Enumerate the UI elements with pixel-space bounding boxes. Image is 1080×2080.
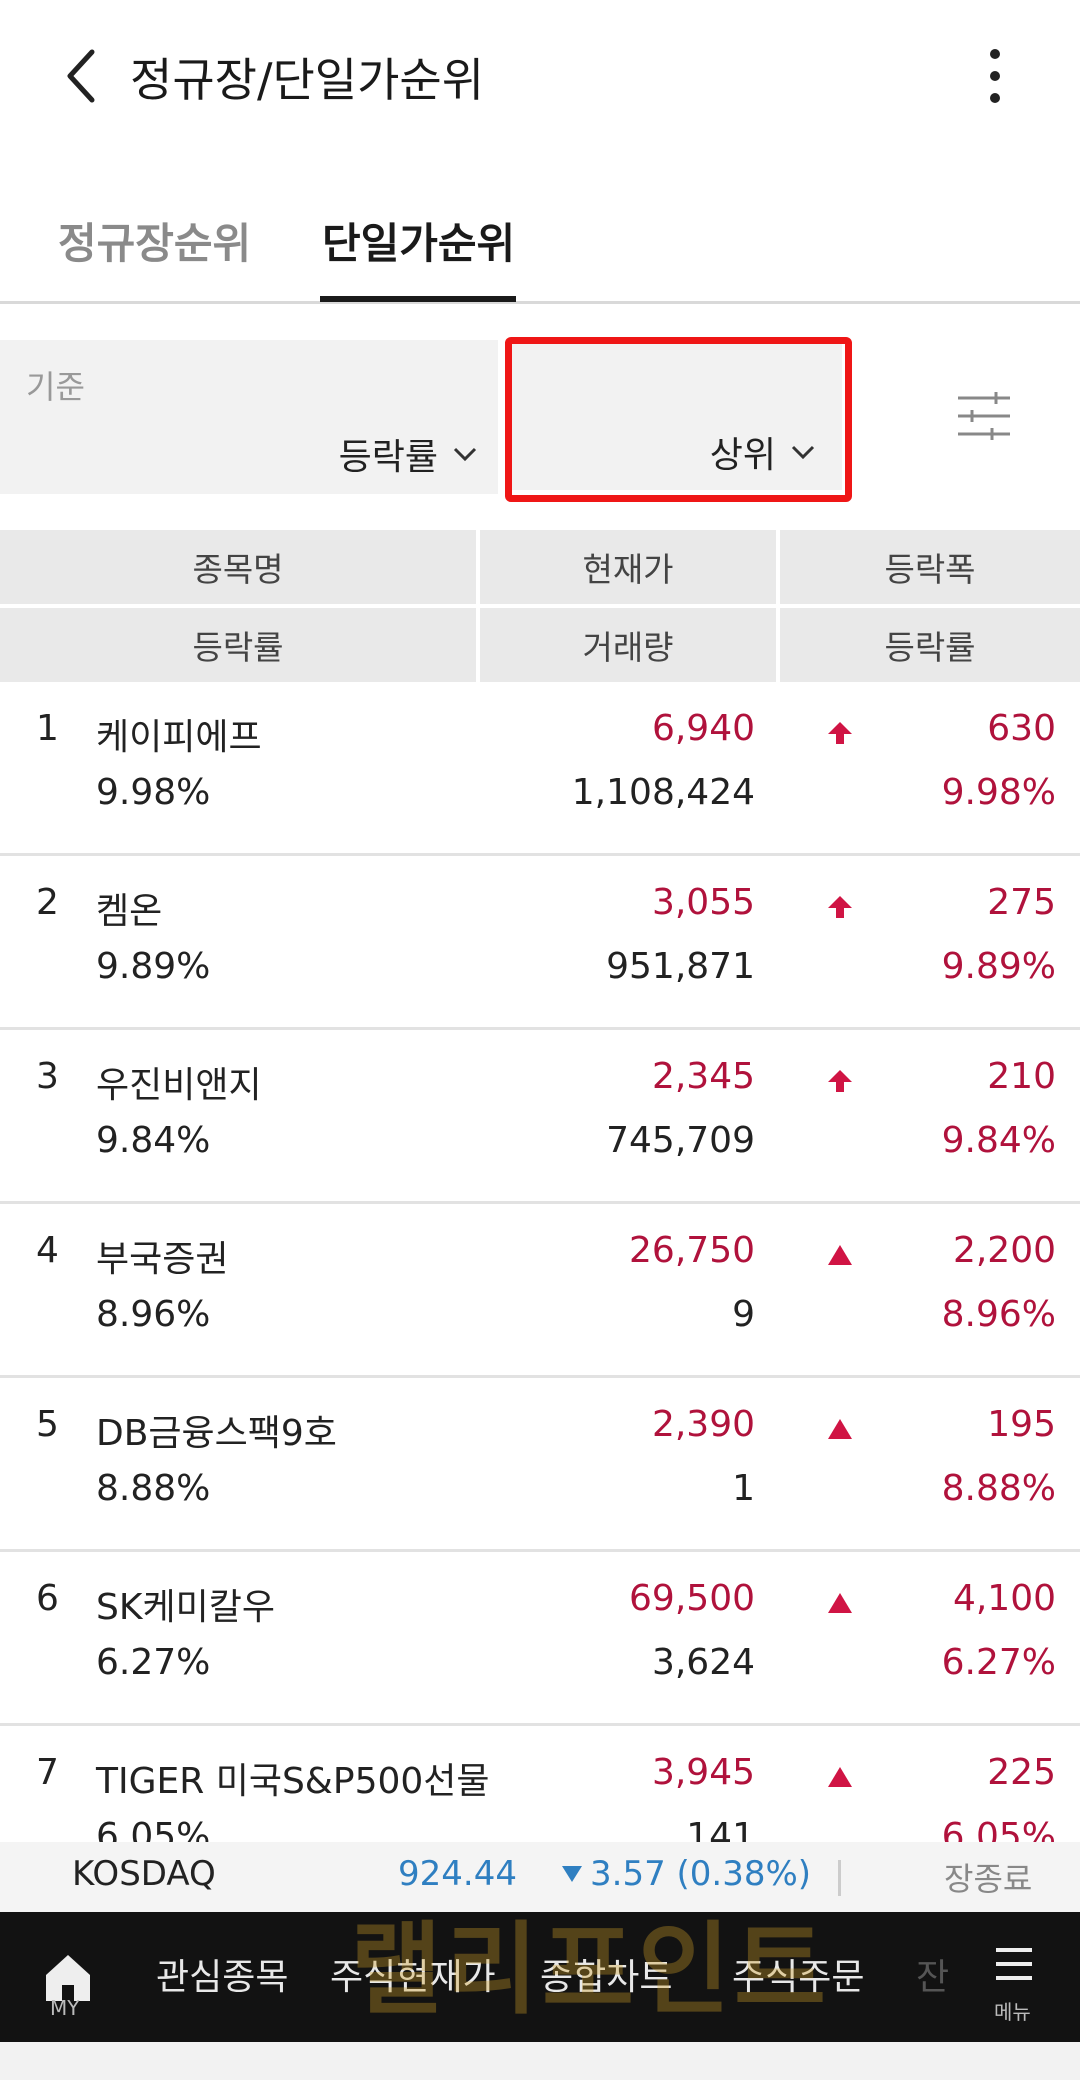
divider — [838, 1860, 841, 1896]
trade-volume: 1,108,424 — [571, 772, 755, 813]
stock-name: SK케미칼우 — [96, 1587, 275, 1628]
my-label[interactable]: MY — [50, 1996, 79, 2020]
table-row[interactable]: 4 부국증권 8.96% 26,750 9 2,200 8.96% — [0, 1204, 1080, 1378]
stock-name: TIGER 미국S&P500선물 — [96, 1761, 490, 1802]
stock-name: DB금융스팩9호 — [96, 1413, 337, 1454]
trade-volume: 9 — [732, 1294, 755, 1335]
highlight-box — [505, 337, 852, 502]
filter-settings-icon[interactable] — [956, 390, 1012, 442]
tab-single-price-ranking[interactable]: 단일가순위 — [322, 210, 515, 271]
change-rate: 8.96% — [941, 1294, 1056, 1335]
menu-label[interactable]: 메뉴 — [994, 1996, 1031, 2025]
rank-number: 6 — [36, 1578, 59, 1619]
change-rate: 8.88% — [941, 1468, 1056, 1509]
divider — [476, 530, 480, 682]
stock-name: 케이피에프 — [96, 717, 262, 758]
trade-volume: 3,624 — [651, 1642, 755, 1683]
stock-rate: 9.98% — [96, 772, 211, 813]
header-change-rate[interactable]: 등락률 — [780, 608, 1080, 681]
trade-volume: 951,871 — [606, 946, 755, 987]
table-row[interactable]: 1 케이피에프 9.98% 6,940 1,108,424 630 9.98% — [0, 682, 1080, 856]
current-price: 3,055 — [651, 882, 755, 923]
basis-value: 등락률 — [338, 437, 438, 478]
price-change: 210 — [987, 1056, 1056, 1097]
stock-rate: 6.27% — [96, 1642, 211, 1683]
current-price: 6,940 — [651, 708, 755, 749]
price-change: 225 — [987, 1752, 1056, 1793]
header-current-price[interactable]: 현재가 — [480, 530, 776, 603]
watermark: 랠리포인트 — [350, 1911, 830, 2028]
stock-rate: 9.84% — [96, 1120, 211, 1161]
table-row[interactable]: 5 DB금융스팩9호 8.88% 2,390 1 195 8.88% — [0, 1378, 1080, 1552]
current-price: 2,390 — [651, 1404, 755, 1445]
up-arrow-icon — [828, 1070, 852, 1092]
change-rate: 9.89% — [941, 946, 1056, 987]
up-arrow-icon — [828, 896, 852, 918]
price-change: 4,100 — [952, 1578, 1056, 1619]
up-arrow-icon — [828, 722, 852, 744]
stock-name: 부국증권 — [96, 1239, 229, 1280]
rank-number: 4 — [36, 1230, 59, 1271]
up-triangle-icon — [828, 1245, 852, 1265]
rank-number: 5 — [36, 1404, 59, 1445]
header-volume[interactable]: 거래량 — [480, 608, 776, 681]
index-name: KOSDAQ — [72, 1854, 216, 1894]
nav-watchlist[interactable]: 관심종목 — [156, 1948, 288, 2000]
trade-volume: 745,709 — [606, 1120, 755, 1161]
back-arrow-icon[interactable] — [62, 48, 102, 104]
header-change[interactable]: 등락폭 — [780, 530, 1080, 603]
table-header: 종목명 현재가 등락폭 등락률 거래량 등락률 — [0, 530, 1080, 682]
header-stock-name[interactable]: 종목명 — [0, 530, 476, 603]
up-triangle-icon — [828, 1419, 852, 1439]
system-bar — [0, 2042, 1080, 2080]
ranking-list[interactable]: 1 케이피에프 9.98% 6,940 1,108,424 630 9.98% 2 켐온 9.89… — [0, 682, 1080, 1842]
change-rate: 6.27% — [941, 1642, 1056, 1683]
table-row[interactable]: 2 켐온 9.89% 3,055 951,871 275 9.89% — [0, 856, 1080, 1030]
table-row[interactable]: 3 우진비앤지 9.84% 2,345 745,709 210 9.84% — [0, 1030, 1080, 1204]
stock-rate: 6.05% — [96, 1816, 211, 1842]
app-header: 정규장/단일가순위 — [0, 0, 1080, 150]
chevron-down-icon — [453, 447, 477, 462]
basis-label: 기준 — [26, 368, 85, 406]
change-rate: 9.84% — [941, 1120, 1056, 1161]
price-change: 2,200 — [952, 1230, 1056, 1271]
current-price: 69,500 — [629, 1578, 755, 1619]
table-row[interactable]: 6 SK케미칼우 6.27% 69,500 3,624 4,100 6.27% — [0, 1552, 1080, 1726]
page-title: 정규장/단일가순위 — [130, 53, 485, 107]
rank-number: 2 — [36, 882, 59, 923]
stock-name: 켐온 — [96, 891, 163, 932]
trade-volume: 141 — [686, 1816, 755, 1842]
hamburger-menu-icon[interactable] — [992, 1942, 1036, 1986]
rank-number: 1 — [36, 708, 59, 749]
market-status: 장종료 — [944, 1860, 1033, 1898]
up-triangle-icon — [828, 1767, 852, 1787]
change-rate: 9.98% — [941, 772, 1056, 813]
header-rate[interactable]: 등락률 — [0, 608, 476, 681]
price-change: 275 — [987, 882, 1056, 923]
stock-rate: 8.96% — [96, 1294, 211, 1335]
current-price: 3,945 — [651, 1752, 755, 1793]
tab-regular-ranking[interactable]: 정규장순위 — [58, 210, 251, 271]
divider — [776, 530, 780, 682]
tab-bar: 정규장순위 단일가순위 — [0, 190, 1080, 304]
divider — [0, 604, 1080, 608]
up-triangle-icon — [828, 1593, 852, 1613]
rank-number: 3 — [36, 1056, 59, 1097]
stock-name: 우진비앤지 — [96, 1065, 262, 1106]
price-change: 195 — [987, 1404, 1056, 1445]
stock-rate: 9.89% — [96, 946, 211, 987]
stock-rate: 8.88% — [96, 1468, 211, 1509]
rank-number: 7 — [36, 1752, 59, 1793]
price-change: 630 — [987, 708, 1056, 749]
current-price: 2,345 — [651, 1056, 755, 1097]
current-price: 26,750 — [629, 1230, 755, 1271]
trade-volume: 1 — [732, 1468, 755, 1509]
basis-selector[interactable]: 기준 등락률 — [0, 340, 498, 494]
nav-more-partial[interactable]: 잔 — [916, 1948, 949, 2000]
table-row[interactable]: 7 TIGER 미국S&P500선물 6.05% 3,945 141 225 6.05% — [0, 1726, 1080, 1842]
change-rate: 6.05% — [941, 1816, 1056, 1842]
active-tab-indicator — [320, 296, 516, 302]
more-options-icon[interactable] — [975, 48, 1015, 104]
down-triangle-icon — [562, 1866, 582, 1882]
